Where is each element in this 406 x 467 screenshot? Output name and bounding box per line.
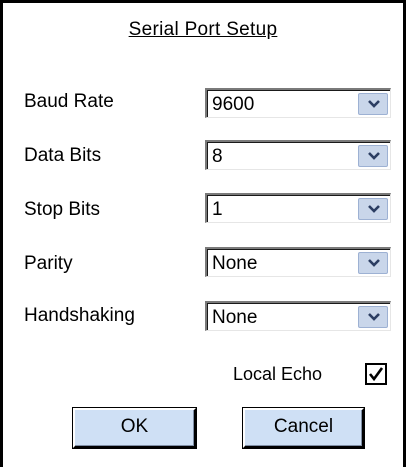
stop-bits-select[interactable]: 1: [205, 193, 391, 223]
baud-rate-label: Baud Rate: [24, 91, 114, 112]
data-bits-select[interactable]: 8: [205, 140, 391, 170]
local-echo-checkbox[interactable]: [365, 363, 387, 385]
cancel-button[interactable]: Cancel: [243, 408, 364, 448]
local-echo-label: Local Echo: [233, 364, 323, 384]
chevron-down-icon: [368, 152, 380, 160]
baud-rate-dropdown-button[interactable]: [358, 93, 388, 115]
parity-select[interactable]: None: [205, 247, 391, 277]
stop-bits-label: Stop Bits: [24, 199, 101, 220]
stop-bits-value: 1: [212, 199, 223, 220]
handshaking-label: Handshaking: [24, 305, 135, 326]
chevron-down-icon: [368, 313, 380, 321]
parity-label: Parity: [24, 253, 73, 274]
handshaking-value: None: [212, 307, 258, 328]
data-bits-dropdown-button[interactable]: [358, 145, 388, 167]
checkmark-icon: [368, 367, 384, 382]
parity-dropdown-button[interactable]: [358, 252, 388, 274]
chevron-down-icon: [368, 259, 380, 267]
parity-value: None: [212, 253, 258, 274]
chevron-down-icon: [368, 205, 380, 213]
handshaking-dropdown-button[interactable]: [358, 306, 388, 328]
baud-rate-value: 9600: [212, 94, 255, 115]
data-bits-label: Data Bits: [24, 145, 102, 166]
chevron-down-icon: [368, 100, 380, 108]
stop-bits-dropdown-button[interactable]: [358, 198, 388, 220]
serial-port-setup-dialog: Serial Port Setup Baud Rate 9600 Data Bi…: [0, 0, 406, 467]
data-bits-value: 8: [212, 146, 223, 167]
baud-rate-select[interactable]: 9600: [205, 88, 391, 118]
dialog-title: Serial Port Setup: [128, 19, 278, 40]
ok-button[interactable]: OK: [73, 408, 196, 448]
handshaking-select[interactable]: None: [205, 301, 391, 331]
